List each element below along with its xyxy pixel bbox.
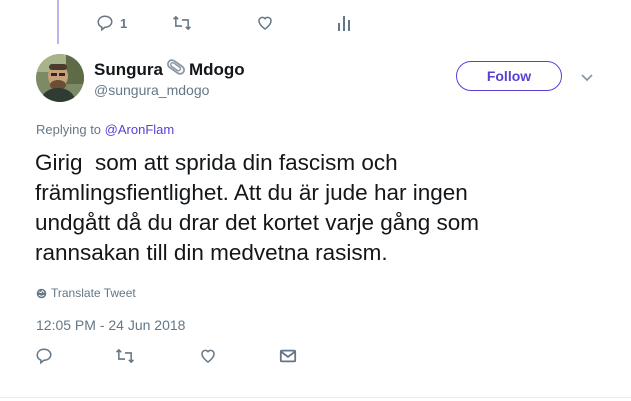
- reply-icon: [97, 15, 113, 32]
- translate-tweet-link[interactable]: Translate Tweet: [36, 286, 136, 300]
- retweet-action[interactable]: [172, 12, 256, 34]
- tweet-actions: [35, 345, 309, 367]
- reply-action[interactable]: [35, 345, 115, 367]
- reply-icon: [36, 348, 52, 365]
- like-action[interactable]: [256, 12, 336, 34]
- previous-tweet-actions: 1: [96, 12, 366, 34]
- retweet-icon: [172, 15, 192, 31]
- display-name[interactable]: Sungura Mdogo: [94, 58, 245, 81]
- paperclip-icon: [164, 58, 188, 81]
- reply-count: 1: [120, 15, 128, 31]
- direct-message-icon: [279, 349, 297, 363]
- direct-message-action[interactable]: [279, 345, 309, 367]
- user-handle[interactable]: @sungura_mdogo: [94, 82, 209, 98]
- analytics-action[interactable]: [336, 12, 366, 34]
- replying-to-prefix: Replying to: [36, 122, 105, 137]
- reply-action[interactable]: 1: [96, 12, 172, 34]
- avatar[interactable]: [36, 54, 84, 102]
- chevron-down-icon: [581, 74, 593, 82]
- display-name-second: Mdogo: [188, 59, 245, 79]
- analytics-icon: [338, 16, 350, 31]
- display-name-first: Sungura: [94, 59, 163, 79]
- globe-icon: [36, 288, 47, 298]
- tweet-timestamp[interactable]: 12:05 PM - 24 Jun 2018: [36, 317, 185, 333]
- tweet-text: Girig som att sprida din fascism och frä…: [35, 150, 480, 265]
- like-icon: [201, 349, 215, 363]
- like-action[interactable]: [199, 345, 279, 367]
- divider: [0, 397, 631, 398]
- retweet-icon: [115, 348, 135, 364]
- retweet-action[interactable]: [115, 345, 199, 367]
- follow-button[interactable]: Follow: [456, 61, 562, 91]
- replying-to: Replying to @AronFlam: [36, 122, 174, 137]
- like-icon: [258, 16, 272, 30]
- tweet-menu-caret[interactable]: [580, 70, 594, 88]
- thread-line: [57, 0, 59, 44]
- replying-to-mention[interactable]: @AronFlam: [105, 122, 175, 137]
- translate-label: Translate Tweet: [51, 286, 136, 300]
